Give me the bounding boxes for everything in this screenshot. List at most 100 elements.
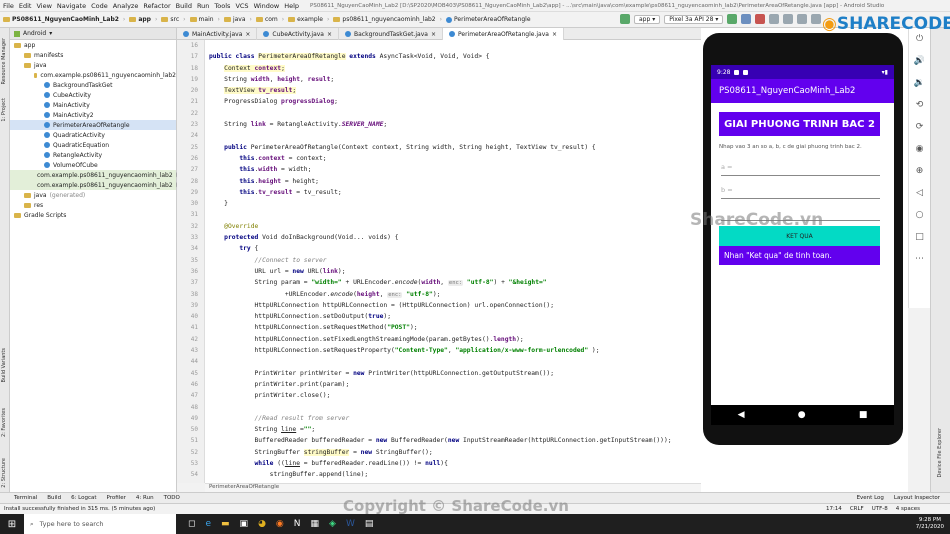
line-separator[interactable]: CRLF <box>850 506 864 512</box>
terminal-tab[interactable]: Terminal <box>14 495 37 501</box>
breadcrumb-project[interactable]: PS08611_NguyenCaoMinh_Lab2 <box>3 16 119 23</box>
tree-item[interactable]: com.example.ps08611_nguyencaominh_lab2(t… <box>10 180 192 190</box>
menu-file[interactable]: File <box>3 2 14 10</box>
taskbar-search[interactable]: ⌕ Type here to search <box>24 514 176 534</box>
code-breadcrumb[interactable]: PerimeterAreaOfRetangle <box>205 483 701 492</box>
more-icon[interactable]: ⋯ <box>909 248 930 270</box>
menu-help[interactable]: Help <box>284 2 299 10</box>
a-input[interactable]: a = <box>721 163 880 176</box>
android-studio-icon[interactable]: ◈ <box>329 519 336 529</box>
app-icon[interactable]: ▦ <box>311 519 320 529</box>
volume-down-icon[interactable]: 🔉 <box>909 72 930 94</box>
layout-inspector-tab[interactable]: Layout Inspector <box>894 495 940 501</box>
tree-item[interactable]: RetangleActivity <box>10 150 176 160</box>
breadcrumb-main[interactable]: main <box>189 16 214 23</box>
home-icon[interactable]: ● <box>798 410 806 420</box>
breadcrumb-class[interactable]: PerimeterAreaOfRetangle <box>446 16 531 23</box>
breadcrumb-package[interactable]: ps08611_nguyencaominh_lab2 <box>333 16 436 23</box>
run-tab[interactable]: 4: Run <box>136 495 154 501</box>
b-input[interactable]: b = <box>721 186 880 199</box>
tree-item[interactable]: Gradle Scripts <box>10 210 176 220</box>
hammer-icon[interactable] <box>620 14 630 24</box>
favorites-tab[interactable]: 2: Favorites <box>1 408 7 437</box>
edge-icon[interactable]: e <box>205 519 211 529</box>
menu-analyze[interactable]: Analyze <box>113 2 139 10</box>
breadcrumb-com[interactable]: com <box>255 16 278 23</box>
tree-item[interactable]: PerimeterAreaOfRetangle <box>10 120 176 130</box>
tree-item[interactable]: java <box>10 60 176 70</box>
word-icon[interactable]: W <box>346 519 355 529</box>
menu-code[interactable]: Code <box>91 2 108 10</box>
app-icon[interactable]: ▤ <box>365 519 374 529</box>
resource-manager-tab[interactable]: Resource Manager <box>1 38 7 84</box>
home-icon[interactable]: ○ <box>909 204 930 226</box>
breadcrumb-java[interactable]: java <box>223 16 246 23</box>
indent-setting[interactable]: 4 spaces <box>896 506 920 512</box>
tree-item[interactable]: CubeActivity <box>10 90 176 100</box>
zoom-in-icon[interactable]: ⊕ <box>909 160 930 182</box>
close-icon[interactable]: × <box>327 31 332 38</box>
build-variants-tab[interactable]: Build Variants <box>1 348 7 382</box>
menu-tools[interactable]: Tools <box>214 2 230 10</box>
close-icon[interactable]: × <box>431 31 436 38</box>
sync-icon[interactable] <box>769 14 780 24</box>
chrome-icon[interactable]: ◕ <box>258 519 266 529</box>
menu-view[interactable]: View <box>36 2 51 10</box>
camera-icon[interactable]: ◉ <box>909 138 930 160</box>
breadcrumb-src[interactable]: src <box>161 16 179 23</box>
close-icon[interactable]: × <box>245 31 250 38</box>
windows-start-icon[interactable]: ⊞ <box>0 514 24 534</box>
tree-item[interactable]: com.example.ps08611_nguyencaominh_lab2(a… <box>10 170 215 180</box>
todo-tab[interactable]: TODO <box>164 495 180 501</box>
breadcrumb-app[interactable]: app <box>129 16 151 23</box>
menu-refactor[interactable]: Refactor <box>143 2 170 10</box>
menu-vcs[interactable]: VCS <box>235 2 248 10</box>
avd-manager-icon[interactable] <box>783 14 794 24</box>
volume-up-icon[interactable]: 🔊 <box>909 50 930 72</box>
tree-item[interactable]: com.example.ps08611_nguyencaominh_lab2 <box>10 70 176 80</box>
event-log-tab[interactable]: Event Log <box>857 495 884 501</box>
tree-item[interactable]: java (generated) <box>10 190 176 200</box>
tree-item[interactable]: QuadraticEquation <box>10 140 176 150</box>
tree-item[interactable]: app <box>10 40 176 50</box>
file-explorer-icon[interactable]: ▬ <box>221 519 230 529</box>
tab-mainactivity[interactable]: MainActivity.java × <box>177 28 258 40</box>
debug-icon[interactable] <box>741 14 752 24</box>
taskbar-clock[interactable]: 9:28 PM 7/21/2020 <box>916 517 944 531</box>
task-view-icon[interactable]: ◻ <box>188 519 195 529</box>
menu-edit[interactable]: Edit <box>19 2 32 10</box>
tree-item[interactable]: VolumeOfCube <box>10 160 176 170</box>
tree-item[interactable]: QuadraticActivity <box>10 130 176 140</box>
tab-backgroundtaskget[interactable]: BackgroundTaskGet.java × <box>339 28 443 40</box>
back-icon[interactable]: ◁ <box>909 182 930 204</box>
device-file-explorer-tab[interactable]: Device File Explorer <box>937 428 943 477</box>
recents-icon[interactable]: ■ <box>859 410 868 420</box>
rotate-left-icon[interactable]: ⟲ <box>909 94 930 116</box>
logcat-tab[interactable]: 6: Logcat <box>71 495 96 501</box>
file-encoding[interactable]: UTF-8 <box>872 506 888 512</box>
menu-run[interactable]: Run <box>197 2 209 10</box>
firefox-icon[interactable]: ◉ <box>276 519 284 529</box>
search-icon[interactable] <box>811 14 822 24</box>
menu-navigate[interactable]: Navigate <box>57 2 86 10</box>
run-config-select[interactable]: app ▾ <box>634 14 661 24</box>
project-tool-tab[interactable]: 1: Project <box>1 98 7 122</box>
build-tab[interactable]: Build <box>47 495 61 501</box>
stop-icon[interactable] <box>755 14 766 24</box>
caret-position[interactable]: 17:14 <box>826 506 842 512</box>
tree-item[interactable]: res <box>10 200 176 210</box>
store-icon[interactable]: ▣ <box>240 519 249 529</box>
back-icon[interactable]: ◀ <box>738 410 745 420</box>
tree-item[interactable]: manifests <box>10 50 176 60</box>
profiler-tab[interactable]: Profiler <box>107 495 126 501</box>
menu-build[interactable]: Build <box>176 2 192 10</box>
rotate-right-icon[interactable]: ⟳ <box>909 116 930 138</box>
sdk-manager-icon[interactable] <box>797 14 808 24</box>
tree-item[interactable]: MainActivity2 <box>10 110 176 120</box>
notion-icon[interactable]: N <box>294 519 301 529</box>
code-editor[interactable]: public class PerimeterAreaOfRetangle ext… <box>205 40 701 483</box>
tree-item[interactable]: MainActivity <box>10 100 176 110</box>
overview-icon[interactable]: □ <box>909 226 930 248</box>
structure-tab[interactable]: 2: Structure <box>1 458 7 488</box>
device-select[interactable]: Pixel 3a API 28 ▾ <box>664 14 724 24</box>
